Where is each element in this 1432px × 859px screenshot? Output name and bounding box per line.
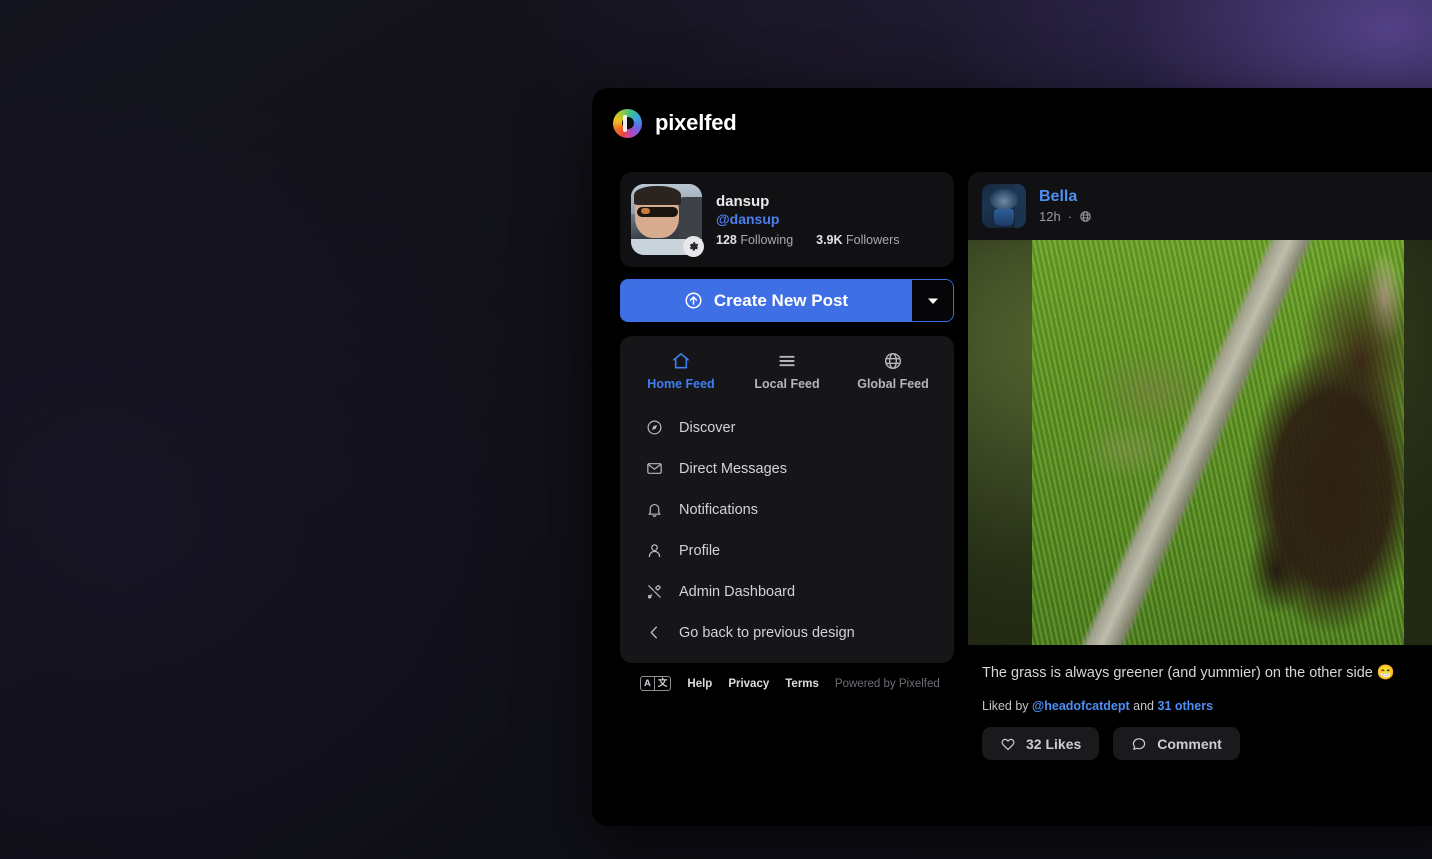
compass-icon bbox=[646, 419, 663, 436]
post-meta: 12h · bbox=[1039, 209, 1092, 224]
post-author-name[interactable]: Bella bbox=[1039, 188, 1092, 206]
comment-label: Comment bbox=[1157, 735, 1222, 752]
tab-local-feed-label: Local Feed bbox=[754, 377, 820, 391]
sidebar: dansup @dansup 128 Following 3.9K Follow… bbox=[620, 172, 954, 691]
post-caption: The grass is always greener (and yummier… bbox=[982, 665, 1395, 681]
chevron-left-icon bbox=[646, 624, 663, 641]
navigation-card: Home Feed Local Feed Global Feed Discove… bbox=[620, 336, 954, 663]
globe-icon bbox=[883, 351, 903, 371]
liked-by-user[interactable]: @headofcatdept bbox=[1032, 699, 1130, 713]
post-author-avatar[interactable] bbox=[982, 184, 1026, 228]
footer-link-help[interactable]: Help bbox=[687, 678, 712, 690]
post-timestamp: 12h bbox=[1039, 209, 1061, 224]
post-actions: 32 Likes Comment bbox=[968, 713, 1432, 776]
navigation-list: Discover Direct Messages Notifications P… bbox=[620, 401, 954, 653]
create-new-post-button[interactable]: Create New Post bbox=[620, 279, 912, 322]
liked-by-prefix: Liked by bbox=[982, 699, 1029, 714]
brand-logo[interactable]: pixelfed bbox=[613, 108, 737, 138]
sidebar-item-profile-label: Profile bbox=[679, 542, 721, 559]
post-media[interactable] bbox=[968, 240, 1432, 645]
bars-icon bbox=[777, 351, 797, 371]
heart-icon bbox=[1000, 736, 1016, 752]
sidebar-item-discover[interactable]: Discover bbox=[620, 407, 954, 448]
bell-icon bbox=[646, 501, 663, 518]
feed-column: Bella 12h · The grass is always greener … bbox=[968, 172, 1432, 777]
desktop-background: pixelfed Search bbox=[0, 0, 1432, 859]
post-photo-horse-grazing bbox=[1032, 240, 1404, 645]
language-switcher-icon[interactable]: A 文 bbox=[640, 676, 672, 691]
avatar[interactable] bbox=[631, 184, 704, 257]
profile-handle[interactable]: @dansup bbox=[716, 211, 900, 227]
post-liked-by: Liked by @headofcatdept and 31 others bbox=[968, 683, 1432, 713]
sidebar-item-profile[interactable]: Profile bbox=[620, 530, 954, 571]
following-count: 128 bbox=[716, 232, 737, 247]
tab-home-feed[interactable]: Home Feed bbox=[628, 348, 734, 395]
tab-home-feed-label: Home Feed bbox=[647, 377, 715, 391]
post-card: Bella 12h · The grass is always greener … bbox=[968, 172, 1432, 777]
profile-meta: dansup @dansup 128 Following 3.9K Follow… bbox=[716, 193, 900, 247]
like-count-label: 32 Likes bbox=[1026, 735, 1082, 752]
footer-link-terms[interactable]: Terms bbox=[785, 678, 819, 690]
chevron-down-icon bbox=[927, 295, 939, 307]
tools-icon bbox=[646, 583, 663, 600]
pixelfed-logo-icon bbox=[613, 108, 642, 138]
followers-count: 3.9K bbox=[816, 232, 843, 247]
create-post-dropdown-button[interactable] bbox=[912, 279, 954, 322]
tab-global-feed-label: Global Feed bbox=[857, 377, 929, 391]
profile-display-name: dansup bbox=[716, 192, 770, 210]
tab-local-feed[interactable]: Local Feed bbox=[734, 348, 840, 395]
lang-right-glyph: 文 bbox=[653, 677, 671, 690]
comment-bubble-icon bbox=[1131, 736, 1147, 752]
sidebar-item-notifications[interactable]: Notifications bbox=[620, 489, 954, 530]
sidebar-item-previous-design[interactable]: Go back to previous design bbox=[620, 612, 954, 653]
liked-by-others[interactable]: 31 others bbox=[1158, 699, 1214, 713]
footer-link-privacy[interactable]: Privacy bbox=[728, 678, 769, 690]
globe-icon bbox=[1079, 210, 1092, 223]
footer-links: A 文 Help Privacy Terms Powered by Pixelf… bbox=[620, 676, 954, 691]
comment-button[interactable]: Comment bbox=[1113, 727, 1240, 761]
following-label: Following bbox=[740, 232, 794, 247]
person-icon bbox=[646, 542, 663, 559]
create-post-label: Create New Post bbox=[713, 290, 849, 310]
sidebar-item-notifications-label: Notifications bbox=[679, 501, 758, 518]
sidebar-item-admin-dashboard-label: Admin Dashboard bbox=[679, 583, 796, 600]
post-author-info: Bella 12h · bbox=[1039, 188, 1092, 224]
envelope-icon bbox=[646, 460, 663, 477]
sidebar-item-admin-dashboard[interactable]: Admin Dashboard bbox=[620, 571, 954, 612]
post-meta-separator: · bbox=[1067, 209, 1073, 224]
home-icon bbox=[671, 351, 691, 371]
sidebar-item-direct-messages-label: Direct Messages bbox=[679, 460, 787, 477]
feed-tabs: Home Feed Local Feed Global Feed bbox=[620, 348, 954, 401]
profile-card[interactable]: dansup @dansup 128 Following 3.9K Follow… bbox=[620, 172, 954, 267]
tab-global-feed[interactable]: Global Feed bbox=[840, 348, 946, 395]
sidebar-item-discover-label: Discover bbox=[679, 419, 736, 436]
powered-by-note: Powered by Pixelfed bbox=[834, 677, 940, 690]
post-header: Bella 12h · bbox=[968, 172, 1432, 240]
create-post-row: Create New Post bbox=[620, 279, 954, 322]
sidebar-item-direct-messages[interactable]: Direct Messages bbox=[620, 448, 954, 489]
brand-name: pixelfed bbox=[655, 110, 737, 135]
lang-left-glyph: A bbox=[644, 678, 651, 689]
pixelfed-app-window: pixelfed Search bbox=[592, 88, 1432, 826]
liked-by-conjunction: and bbox=[1133, 699, 1155, 714]
upload-circle-icon bbox=[684, 291, 703, 310]
gear-icon[interactable] bbox=[683, 236, 704, 257]
app-topbar: pixelfed bbox=[592, 88, 1432, 158]
followers-label: Followers bbox=[846, 232, 900, 247]
like-button[interactable]: 32 Likes bbox=[982, 727, 1100, 761]
sidebar-item-previous-design-label: Go back to previous design bbox=[679, 624, 855, 641]
profile-stats: 128 Following 3.9K Followers bbox=[716, 233, 900, 247]
